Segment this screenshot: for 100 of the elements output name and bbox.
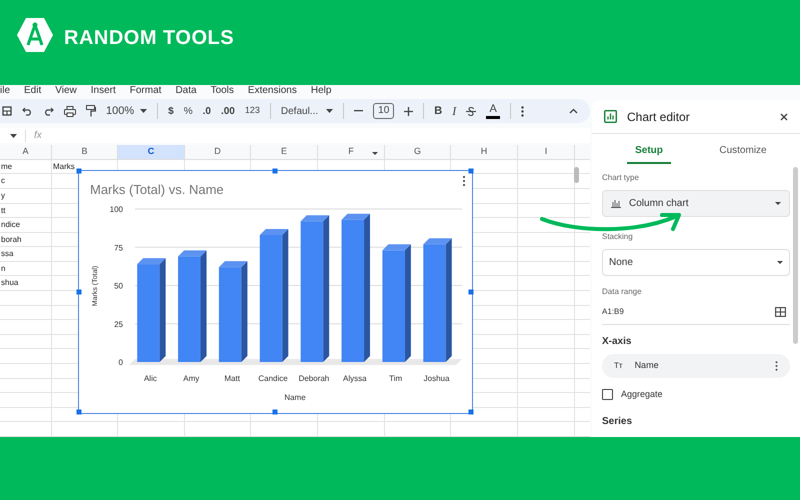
resize-handle[interactable] <box>272 168 278 174</box>
text-color-button[interactable]: A <box>486 104 500 118</box>
axis-tick-label: 50 <box>114 282 123 290</box>
currency-format[interactable]: $ <box>168 104 174 118</box>
axis-category-label: Tim <box>389 374 402 383</box>
axis-tick-label: 100 <box>110 205 123 214</box>
table-cell: me <box>0 160 52 174</box>
field-label: Chart type <box>602 172 640 184</box>
zoom-select[interactable]: 100% <box>106 102 148 120</box>
text-type-icon: Tт <box>614 360 623 372</box>
table-cell: y <box>0 188 52 202</box>
more-icon[interactable] <box>521 106 524 116</box>
axis-category-label: Amy <box>183 374 200 383</box>
paint-roller-icon[interactable] <box>86 105 96 117</box>
column-header[interactable]: G <box>385 145 451 159</box>
column-header[interactable]: I <box>518 145 575 159</box>
plus-icon[interactable] <box>404 106 414 116</box>
caret-icon <box>326 109 334 113</box>
dropdown-icon <box>777 261 783 264</box>
stacking-select[interactable]: None <box>602 249 790 276</box>
column-header[interactable]: F <box>318 145 385 159</box>
menu-item[interactable]: Edit <box>24 85 42 97</box>
table-cell: ndice <box>0 218 52 232</box>
logo-icon <box>16 17 54 53</box>
font-select[interactable]: Defaul... <box>280 104 334 118</box>
more-icon[interactable] <box>462 176 466 186</box>
resize-handle[interactable] <box>272 410 278 414</box>
more-icon[interactable] <box>775 361 778 371</box>
field-label: Stacking <box>602 231 634 243</box>
percent-format[interactable]: % <box>184 104 193 118</box>
table-icon <box>2 106 12 116</box>
axis-category-label: Alic <box>144 374 157 383</box>
menu-item[interactable]: ile <box>0 85 10 97</box>
checkbox-label: Aggregate <box>621 388 663 401</box>
axis-category-label: Candice <box>258 374 288 383</box>
number-format[interactable]: 123 <box>244 104 260 118</box>
grid-icon[interactable] <box>775 307 786 317</box>
minus-icon[interactable] <box>354 110 364 112</box>
tab[interactable]: Setup <box>627 143 671 164</box>
chart-title: Marks (Total) vs. Name <box>90 182 224 197</box>
checkbox[interactable] <box>602 389 613 400</box>
menu-item[interactable]: Insert <box>90 85 116 97</box>
column-header[interactable]: E <box>251 145 318 159</box>
chart-type-select[interactable]: Column chart <box>602 190 790 217</box>
x-axis-chip[interactable]: Tт Name <box>602 354 790 378</box>
axis-tick-label: 25 <box>114 320 123 329</box>
column-header[interactable]: D <box>185 145 251 159</box>
resize-handle[interactable] <box>468 410 474 414</box>
resize-handle[interactable] <box>468 290 474 294</box>
panel-scrollbar[interactable] <box>793 167 798 344</box>
menu-item[interactable]: Format <box>130 85 162 97</box>
table-cell: borah <box>0 232 52 246</box>
axis-title: Name <box>284 393 306 402</box>
italic-button[interactable]: I <box>452 102 456 120</box>
collapse-icon[interactable] <box>569 108 578 114</box>
axis-category-label: Joshua <box>424 374 450 383</box>
section-heading: X-axis <box>602 335 632 349</box>
table-cell: n <box>0 262 52 276</box>
increase-decimals[interactable]: .00 <box>220 104 235 118</box>
scrollbar[interactable] <box>574 167 579 183</box>
resize-handle[interactable] <box>76 168 82 174</box>
table-cell: ssa <box>0 247 52 261</box>
strikethrough-icon[interactable] <box>466 106 476 116</box>
axis-category-label: Matt <box>224 374 240 383</box>
menu-item[interactable]: Help <box>310 85 332 97</box>
brand-name: RANDOM TOOLS <box>64 26 234 51</box>
field-label: Data range <box>602 286 643 298</box>
print-icon[interactable] <box>64 106 76 116</box>
menu-item[interactable]: Data <box>175 85 197 97</box>
axis-tick-label: 0 <box>118 358 123 367</box>
axis-category-label: Alyssa <box>343 374 367 383</box>
table-cell: c <box>0 174 52 188</box>
resize-handle[interactable] <box>76 290 82 294</box>
formula-label: fx <box>34 129 42 143</box>
close-icon[interactable] <box>780 112 788 120</box>
tab[interactable]: Customize <box>711 143 775 164</box>
caret-icon <box>140 109 148 113</box>
column-header[interactable]: H <box>451 145 518 159</box>
menu-item[interactable]: View <box>55 85 77 97</box>
menu-item[interactable]: Tools <box>210 85 234 97</box>
dropdown-icon[interactable] <box>372 152 378 155</box>
column-chart-icon <box>611 199 621 208</box>
column-header[interactable]: A <box>0 145 52 159</box>
column-header[interactable]: C <box>118 145 185 159</box>
decrease-decimals[interactable]: .0 <box>202 104 211 118</box>
axis-category-label: Deborah <box>298 374 330 383</box>
resize-handle[interactable] <box>76 410 82 414</box>
table-cell: tt <box>0 204 52 218</box>
font-size-field[interactable]: 10 <box>373 103 394 119</box>
resize-handle[interactable] <box>468 168 474 174</box>
menu-item[interactable]: Extensions <box>248 85 297 97</box>
chart-icon <box>604 110 617 123</box>
undo-icon[interactable] <box>22 106 33 116</box>
section-heading: Series <box>602 414 634 428</box>
bold-button[interactable]: B <box>434 102 442 120</box>
dropdown-icon <box>775 202 781 205</box>
redo-icon[interactable] <box>43 106 54 116</box>
dropdown-icon[interactable] <box>10 134 17 138</box>
data-range-value[interactable]: A1:B9 <box>602 306 624 318</box>
table-cell: shua <box>0 276 52 290</box>
